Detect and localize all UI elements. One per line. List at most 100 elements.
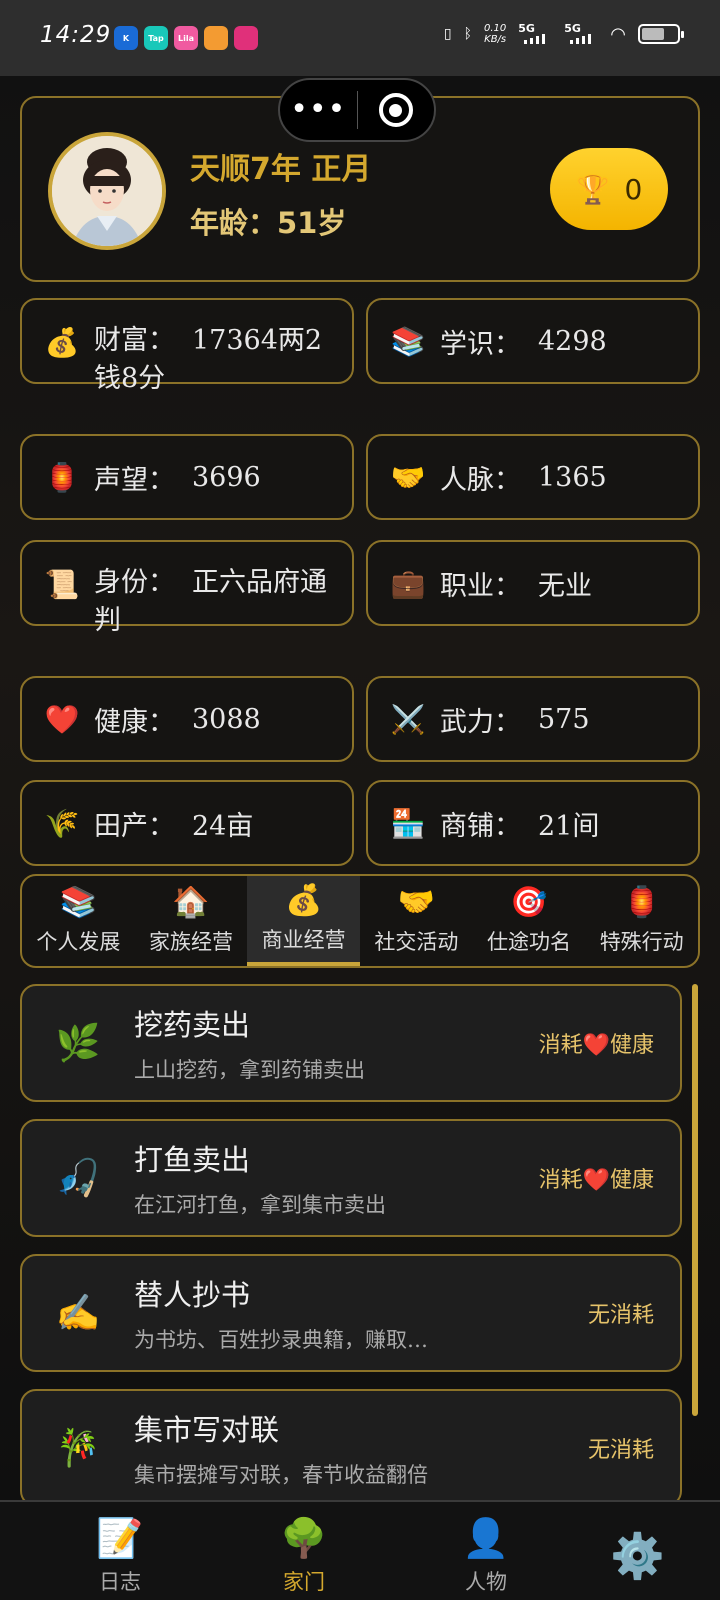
battery-icon — [638, 24, 684, 44]
stat-reputation: 🏮 声望： 3696 — [20, 434, 354, 520]
rice-icon: 🌾 — [44, 806, 80, 840]
house-icon: 🏠 — [172, 885, 210, 920]
action-cost: 消耗❤️健康 — [538, 1033, 654, 1058]
stat-occupation: 💼 职业： 无业 — [366, 540, 700, 626]
stat-value: 575 — [538, 703, 590, 735]
action-cost: 消耗❤️健康 — [538, 1168, 654, 1193]
stat-value: 3696 — [192, 461, 261, 493]
action-title: 挖药卖出 — [134, 1008, 251, 1042]
stat-label: 职业： — [440, 570, 521, 602]
nav-label: 家门 — [283, 1570, 325, 1594]
status-time: 14:29 — [40, 22, 112, 48]
stat-farmland: 🌾 田产： 24亩 — [20, 780, 354, 866]
lantern-icon: 🏮 — [44, 460, 80, 494]
settings-gear-icon[interactable]: ⚙️ — [610, 1530, 665, 1582]
signal-sim2-icon: 5G — [564, 22, 598, 46]
stat-label: 人脉： — [440, 464, 521, 496]
tab-social[interactable]: 🤝 社交活动 — [360, 876, 473, 966]
stat-status: 📜 身份： 正六品府通判 — [20, 540, 354, 636]
action-title: 替人抄书 — [134, 1278, 251, 1312]
nav-log[interactable]: 📝 日志 — [0, 1502, 240, 1600]
stat-label: 商铺： — [440, 810, 521, 842]
stat-health: ❤️ 健康： 3088 — [20, 676, 354, 762]
game-date: 天顺7年 正月 — [190, 152, 372, 187]
stat-label: 学识： — [440, 328, 521, 360]
tree-icon: 🌳 — [280, 1516, 328, 1560]
heart-icon: ❤️ — [44, 702, 80, 736]
stat-value: 无业 — [538, 570, 592, 602]
tab-special[interactable]: 🏮 特殊行动 — [585, 876, 698, 966]
stat-value: 24亩 — [192, 810, 254, 842]
trophy-icon: 🏆 — [575, 172, 611, 206]
close-miniprogram-button[interactable] — [358, 93, 435, 127]
tab-label: 特殊行动 — [599, 930, 684, 954]
lantern-icon: 🏮 — [623, 885, 661, 920]
money-bag-icon: 💰 — [285, 883, 323, 918]
fishing-pole-icon: 🎣 — [55, 1158, 101, 1199]
character-age: 年龄：51岁 — [190, 206, 347, 240]
stat-label: 声望： — [94, 464, 175, 496]
scroll-icon: 📜 — [44, 568, 80, 601]
briefcase-icon: 💼 — [390, 566, 426, 600]
stat-knowledge: 📚 学识： 4298 — [366, 298, 700, 384]
action-description: 在江河打鱼，拿到集市卖出 — [134, 1193, 386, 1217]
vibrate-icon: ▯ — [443, 26, 452, 42]
action-cost: 无消耗 — [587, 1303, 654, 1328]
notification-icons: K Tap Lila — [114, 26, 258, 50]
action-cost: 无消耗 — [587, 1438, 654, 1463]
more-menu-button[interactable]: ••• — [280, 95, 357, 125]
books-icon: 📚 — [59, 885, 98, 920]
target-icon — [378, 93, 413, 127]
action-description: 为书坊、百姓抄录典籍，赚取… — [134, 1328, 428, 1352]
nav-label: 人物 — [465, 1570, 507, 1594]
handshake-icon: 🤝 — [390, 460, 426, 494]
tab-business[interactable]: 💰 商业经营 — [247, 876, 361, 966]
money-bag-icon: 💰 — [44, 326, 80, 359]
category-tabs: 📚 个人发展 🏠 家族经营 💰 商业经营 🤝 社交活动 🎯 仕途功名 🏮 特殊行… — [20, 874, 700, 968]
action-item-couplets[interactable]: 🎋 集市写对联 集市摆摊写对联，春节收益翻倍 无消耗 — [20, 1389, 682, 1507]
net-speed: 0.10 KB/s — [484, 23, 507, 45]
stat-label: 健康： — [94, 706, 175, 738]
stat-martial: ⚔️ 武力： 575 — [366, 676, 700, 762]
action-title: 集市写对联 — [134, 1413, 280, 1447]
avatar[interactable] — [48, 132, 166, 250]
achievements-button[interactable]: 🏆 0 — [550, 148, 668, 230]
tab-label: 仕途功名 — [487, 930, 572, 954]
stat-value: 1365 — [538, 461, 607, 493]
action-title: 打鱼卖出 — [134, 1143, 251, 1177]
tab-label: 社交活动 — [374, 930, 459, 954]
action-item-dig-herbs[interactable]: 🌿 挖药卖出 上山挖药，拿到药铺卖出 消耗❤️健康 — [20, 984, 682, 1102]
app-lila-icon: Lila — [174, 26, 198, 50]
nav-characters[interactable]: 👤 人物 — [368, 1502, 604, 1600]
app-pink-icon — [234, 26, 258, 50]
stat-label: 武力： — [440, 706, 521, 738]
action-item-copy-books[interactable]: ✍️ 替人抄书 为书坊、百姓抄录典籍，赚取… 无消耗 — [20, 1254, 682, 1372]
wifi-icon: ◠ — [610, 23, 626, 45]
stat-label: 田产： — [94, 810, 175, 842]
tab-career[interactable]: 🎯 仕途功名 — [473, 876, 586, 966]
stat-value: 4298 — [538, 325, 607, 357]
stat-label: 身份： — [94, 567, 175, 598]
stat-label: 财富： — [94, 325, 175, 356]
memo-icon: 📝 — [96, 1516, 144, 1560]
target-icon: 🎯 — [510, 885, 548, 920]
tanabata-tree-icon: 🎋 — [55, 1428, 101, 1469]
tab-label: 家族经营 — [149, 930, 233, 954]
action-item-fishing[interactable]: 🎣 打鱼卖出 在江河打鱼，拿到集市卖出 消耗❤️健康 — [20, 1119, 682, 1237]
tab-family-management[interactable]: 🏠 家族经营 — [135, 876, 248, 966]
action-list-scrollbar[interactable] — [692, 984, 698, 1416]
bluetooth-icon: ᛒ — [463, 26, 473, 42]
nav-family[interactable]: 🌳 家门 — [240, 1502, 368, 1600]
handshake-icon: 🤝 — [397, 885, 436, 920]
stat-shops: 🏪 商铺： 21间 — [366, 780, 700, 866]
stat-wealth: 💰 财富： 17364两2钱8分 — [20, 298, 354, 394]
app-k-icon: K — [114, 26, 138, 50]
trophy-count: 0 — [624, 172, 643, 206]
status-bar: 14:29 K Tap Lila ▯ ᛒ 0.10 KB/s 5G 5G ◠ — [0, 0, 720, 76]
tab-personal-development[interactable]: 📚 个人发展 — [22, 876, 135, 966]
action-description: 集市摆摊写对联，春节收益翻倍 — [134, 1463, 428, 1487]
store-icon: 🏪 — [390, 806, 426, 840]
tab-label: 商业经营 — [261, 928, 346, 952]
app-orange-icon — [204, 26, 228, 50]
nav-label: 日志 — [99, 1570, 141, 1594]
